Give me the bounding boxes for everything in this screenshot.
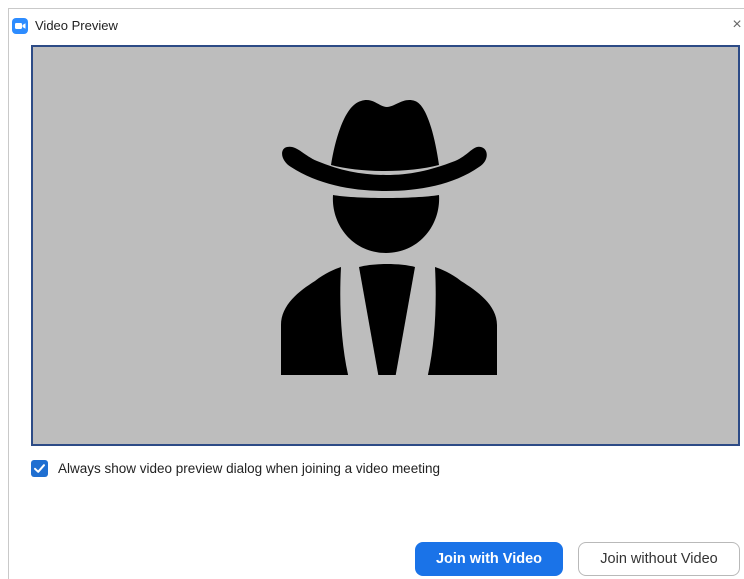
checkmark-icon bbox=[34, 463, 45, 473]
cowboy-user-avatar-icon bbox=[281, 100, 497, 375]
always-show-preview-checkbox[interactable] bbox=[31, 459, 48, 477]
close-icon[interactable]: × bbox=[729, 15, 744, 35]
always-show-preview-label: Always show video preview dialog when jo… bbox=[58, 460, 440, 476]
title-bar: Video Preview × bbox=[9, 9, 744, 39]
video-preview-area bbox=[31, 45, 740, 446]
zoom-camera-icon bbox=[12, 18, 28, 34]
always-show-preview-option[interactable]: Always show video preview dialog when jo… bbox=[31, 458, 440, 478]
video-preview-dialog: Video Preview × Always show video previe… bbox=[8, 8, 744, 579]
window-title: Video Preview bbox=[35, 18, 118, 33]
join-with-video-button[interactable]: Join with Video bbox=[415, 542, 563, 576]
join-without-video-button[interactable]: Join without Video bbox=[578, 542, 740, 576]
